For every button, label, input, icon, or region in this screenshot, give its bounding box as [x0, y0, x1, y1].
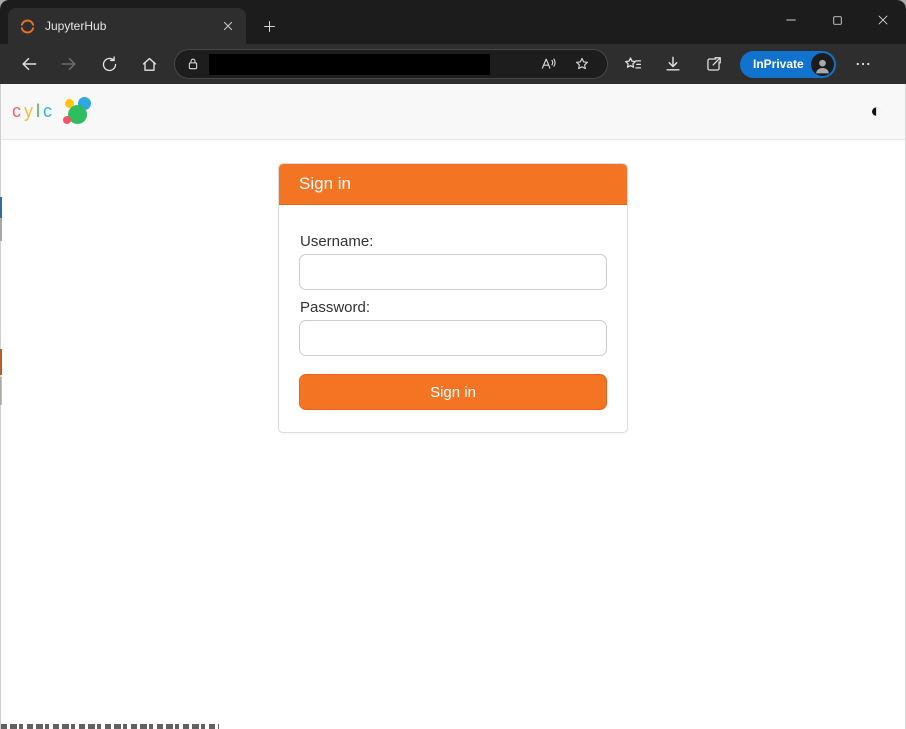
jupyterhub-favicon-icon — [19, 18, 36, 35]
signin-form: Username: Password: Sign in — [279, 205, 627, 432]
logo-letter-y: y — [24, 101, 36, 122]
lock-icon — [185, 56, 201, 72]
browser-tab[interactable]: JupyterHub — [8, 8, 246, 44]
downloads-icon[interactable] — [654, 48, 692, 80]
cylc-logo-mark-icon — [60, 96, 96, 128]
tab-close-icon[interactable] — [218, 16, 238, 36]
refresh-button[interactable] — [90, 48, 128, 80]
browser-toolbar: InPrivate — [0, 44, 906, 84]
minimize-button[interactable] — [768, 0, 814, 40]
forward-button[interactable] — [50, 48, 88, 80]
logo-letter-c2: c — [43, 101, 55, 122]
new-tab-button[interactable] — [256, 13, 282, 39]
maximize-button[interactable] — [814, 0, 860, 40]
logo-letter-c1: c — [12, 101, 24, 122]
url-redacted — [209, 54, 490, 75]
username-label: Username: — [300, 233, 607, 250]
page-content: c y l c ◐ Sign in Username: Password: — [0, 84, 906, 729]
address-bar[interactable] — [174, 49, 608, 79]
window-controls — [768, 0, 906, 40]
edge-artifact-gray1 — [0, 218, 2, 241]
browser-window: JupyterHub — [0, 0, 906, 729]
back-button[interactable] — [10, 48, 48, 80]
cylc-logo-letters: c y l c — [12, 101, 55, 122]
inprivate-badge[interactable]: InPrivate — [740, 51, 836, 78]
signin-submit-button[interactable]: Sign in — [299, 374, 607, 410]
edge-artifact-gray2 — [0, 377, 2, 405]
signin-panel-title: Sign in — [279, 164, 627, 205]
status-bar-clipped-text — [1, 724, 219, 729]
window-left-border — [0, 84, 1, 729]
cylc-logo: c y l c — [12, 96, 96, 128]
password-input[interactable] — [299, 320, 607, 356]
username-input[interactable] — [299, 254, 607, 290]
logo-letter-l: l — [36, 101, 43, 122]
tab-strip: JupyterHub — [0, 0, 906, 44]
password-label: Password: — [300, 299, 607, 316]
edge-artifact-blue — [0, 197, 2, 218]
page-header: c y l c ◐ — [0, 84, 906, 140]
favorite-star-icon[interactable] — [569, 51, 595, 77]
edge-artifact-orange — [0, 349, 2, 375]
home-button[interactable] — [130, 48, 168, 80]
close-window-button[interactable] — [860, 0, 906, 40]
signin-panel: Sign in Username: Password: Sign in — [278, 163, 628, 433]
theme-contrast-toggle-icon[interactable]: ◐ — [871, 102, 882, 121]
tab-title: JupyterHub — [45, 19, 209, 33]
read-aloud-icon[interactable] — [535, 51, 561, 77]
inprivate-label: InPrivate — [753, 57, 804, 71]
share-icon[interactable] — [694, 48, 732, 80]
profile-avatar-icon — [811, 53, 834, 76]
favorites-icon[interactable] — [614, 48, 652, 80]
settings-more-icon[interactable] — [844, 48, 882, 80]
